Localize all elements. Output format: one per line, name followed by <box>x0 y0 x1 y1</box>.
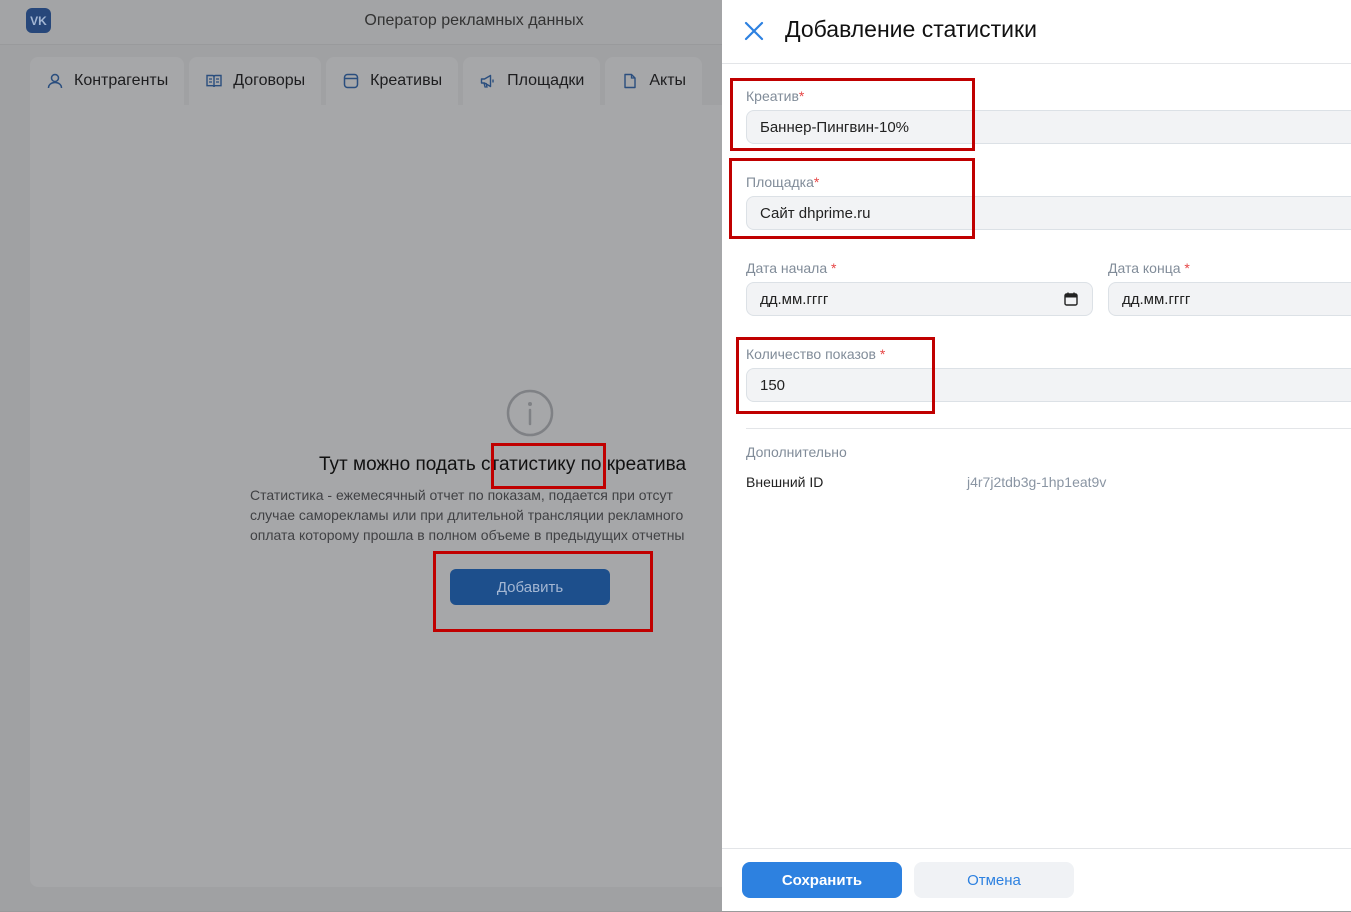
platform-value: Сайт dhprime.ru <box>760 204 871 222</box>
date-start-label-text: Дата начала <box>746 260 828 276</box>
tab-label: Договоры <box>233 72 306 89</box>
impressions-label-text: Количество показов <box>746 346 876 362</box>
impressions-value: 150 <box>760 376 786 394</box>
tab-label: Контрагенты <box>74 72 169 89</box>
additional-section-title: Дополнительно <box>746 444 847 460</box>
empty-state-title: Тут можно подать статистику по креатива <box>319 454 687 475</box>
external-id-value[interactable]: j4r7j2tdb3g-1hp1eat9v <box>967 474 1106 490</box>
panel-header: Добавление статистики <box>722 0 1351 64</box>
add-button[interactable]: Добавить <box>450 569 610 605</box>
tab-acts[interactable]: Акты <box>605 57 703 105</box>
required-mark: * <box>1184 260 1190 276</box>
document-icon <box>621 72 639 90</box>
tab-label: Акты <box>649 72 687 89</box>
close-icon[interactable] <box>742 19 766 43</box>
tab-contractors[interactable]: Контрагенты <box>30 57 185 105</box>
platform-label-text: Площадка <box>746 174 814 190</box>
date-start-label: Дата начала * <box>746 260 836 276</box>
creative-icon <box>342 72 360 90</box>
info-icon <box>506 389 554 437</box>
date-start-input[interactable]: дд.мм.гггг <box>746 282 1093 316</box>
tab-platforms[interactable]: Площадки <box>463 57 601 105</box>
tab-contracts[interactable]: Договоры <box>189 57 322 105</box>
book-icon <box>205 72 223 90</box>
user-icon <box>46 72 64 90</box>
date-start-placeholder: дд.мм.гггг <box>760 290 829 308</box>
tab-label: Креативы <box>370 72 443 89</box>
main-tabs: Контрагенты Договоры Креативы Площадки А… <box>30 57 703 105</box>
required-mark: * <box>813 174 820 190</box>
required-mark: * <box>879 346 886 362</box>
creative-label-text: Креатив <box>746 88 799 104</box>
date-end-label-text: Дата конца <box>1108 260 1181 276</box>
date-end-input[interactable]: дд.мм.гггг <box>1108 282 1351 316</box>
panel-footer: Сохранить Отмена <box>722 848 1351 912</box>
panel-title: Добавление статистики <box>785 16 1037 42</box>
impressions-input[interactable]: 150 <box>746 368 1351 402</box>
save-button[interactable]: Сохранить <box>742 862 902 898</box>
required-mark: * <box>831 260 837 276</box>
creative-select[interactable]: Баннер-Пингвин-10% <box>746 110 1351 144</box>
impressions-label: Количество показов * <box>746 346 885 362</box>
creative-value: Баннер-Пингвин-10% <box>760 118 909 136</box>
divider <box>746 428 1351 429</box>
empty-state-description: Статистика - ежемесячный отчет по показа… <box>250 487 685 543</box>
date-end-label: Дата конца * <box>1108 260 1190 276</box>
platform-select[interactable]: Сайт dhprime.ru <box>746 196 1351 230</box>
calendar-icon[interactable] <box>1064 292 1078 306</box>
external-id-label: Внешний ID <box>746 474 824 490</box>
megaphone-icon <box>479 72 497 90</box>
creative-label: Креатив* <box>746 88 804 104</box>
tab-creatives[interactable]: Креативы <box>326 57 459 105</box>
cancel-button[interactable]: Отмена <box>914 862 1074 898</box>
required-mark: * <box>798 88 805 104</box>
date-end-placeholder: дд.мм.гггг <box>1122 290 1191 308</box>
add-statistics-panel: Добавление статистики Креатив* Баннер-Пи… <box>722 0 1351 911</box>
tab-label: Площадки <box>507 72 585 89</box>
platform-label: Площадка* <box>746 174 819 190</box>
